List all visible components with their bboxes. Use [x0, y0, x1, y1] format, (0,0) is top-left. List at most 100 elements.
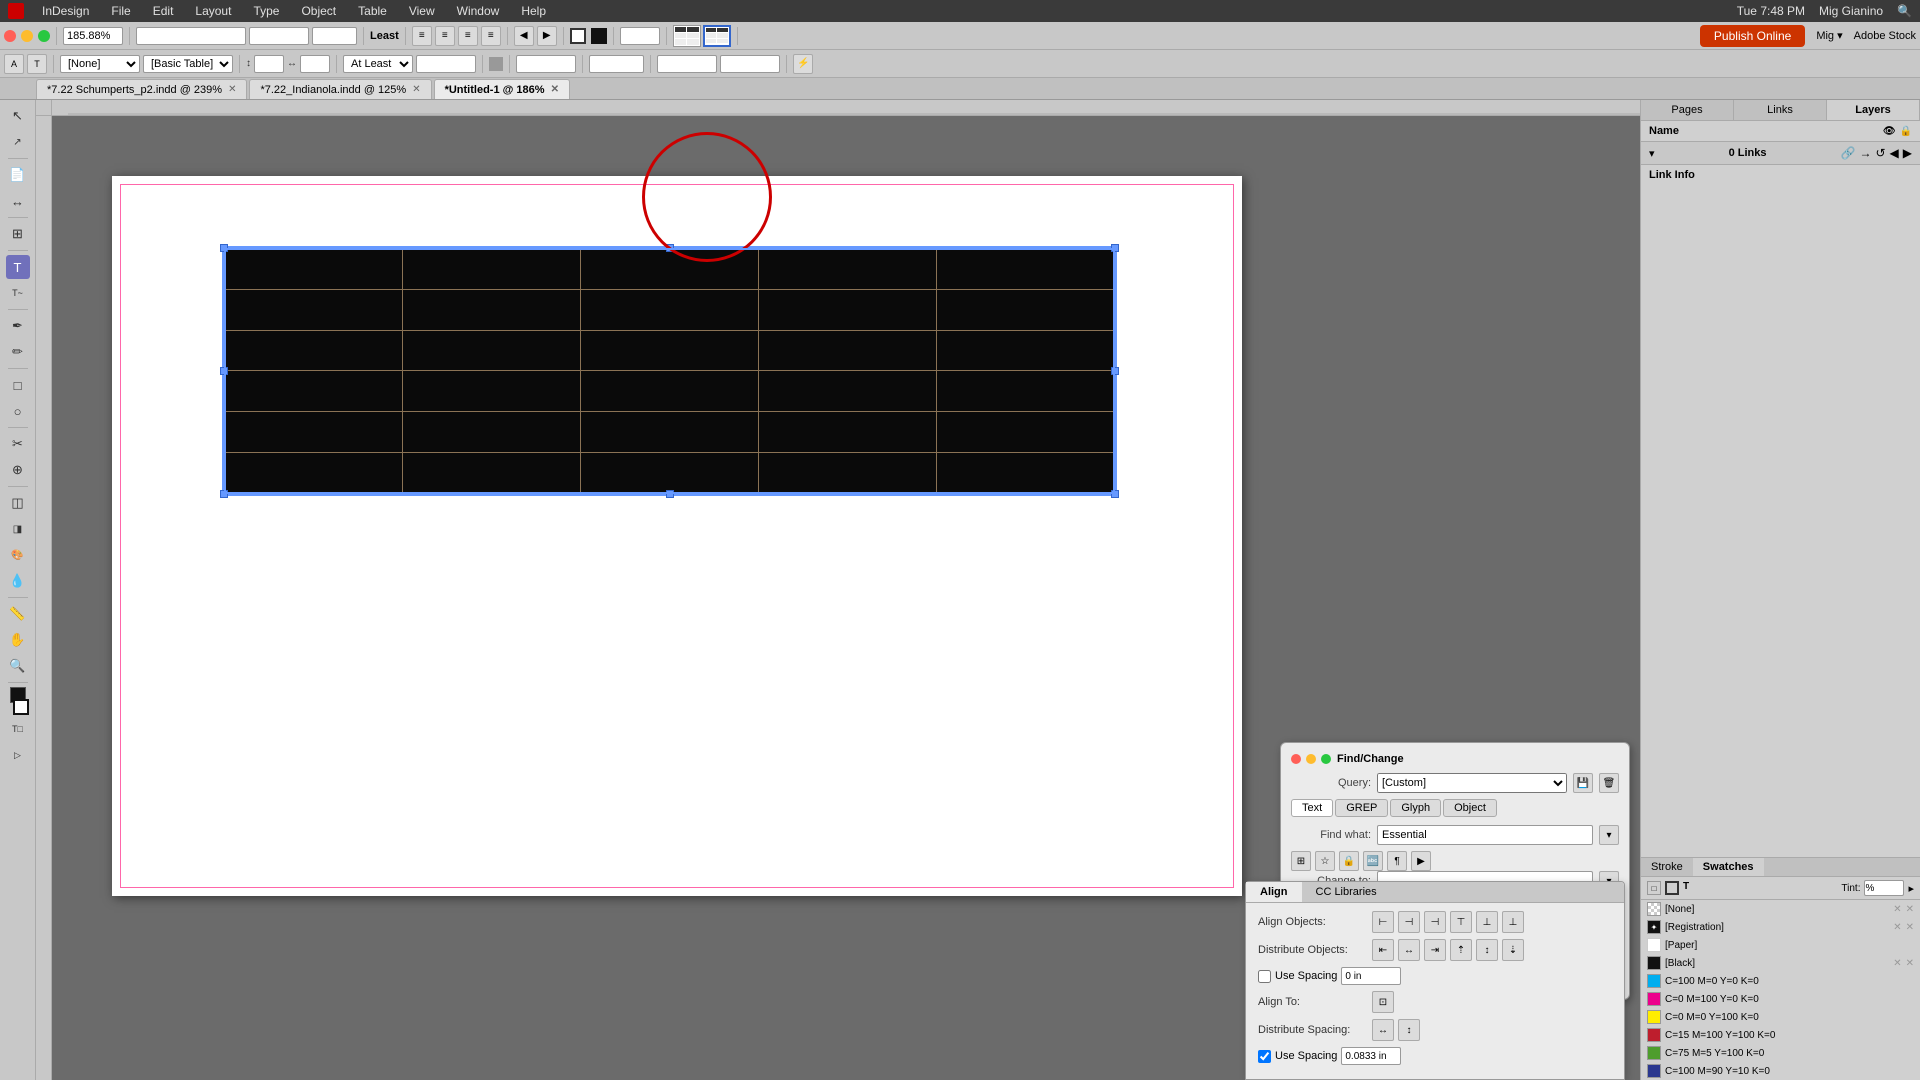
chain-link-icon[interactable]: [489, 57, 503, 71]
swatch-paper[interactable]: [Paper]: [1641, 936, 1920, 954]
menu-object[interactable]: Object: [297, 4, 340, 18]
selection-tool[interactable]: ↖: [6, 104, 30, 128]
align-right-btn[interactable]: ≡: [458, 26, 478, 46]
table-cell[interactable]: [759, 453, 937, 494]
dist-v-spacing-btn[interactable]: ↕: [1398, 1019, 1420, 1041]
links-chevron[interactable]: ▾: [1649, 147, 1655, 160]
menu-table[interactable]: Table: [354, 4, 391, 18]
stroke-tab[interactable]: Stroke: [1641, 858, 1693, 876]
handle-br[interactable]: [1111, 490, 1119, 498]
table-cell[interactable]: [759, 330, 937, 371]
table-style-select[interactable]: [None]: [60, 55, 140, 73]
handle-ml[interactable]: [220, 367, 228, 375]
fp-tab-grep[interactable]: GREP: [1335, 799, 1388, 817]
dist-left-btn[interactable]: ⇤: [1372, 939, 1394, 961]
dist-h-spacing-btn[interactable]: ↔: [1372, 1019, 1394, 1041]
ellipse-tool[interactable]: ○: [6, 399, 30, 423]
close-tab-2[interactable]: ✕: [551, 84, 559, 95]
hand-tool[interactable]: ✋: [6, 628, 30, 652]
swatch-green[interactable]: C=75 M=5 Y=100 K=0: [1641, 1044, 1920, 1062]
gap-tool[interactable]: ↔: [6, 189, 30, 213]
fp-close[interactable]: [1291, 754, 1301, 764]
free-transform-tool[interactable]: ⊕: [6, 458, 30, 482]
adobe-stock[interactable]: Adobe Stock: [1854, 30, 1916, 42]
direct-select-tool[interactable]: ↗: [6, 130, 30, 154]
gradient-feather-tool[interactable]: ◨: [6, 517, 30, 541]
close-tab-0[interactable]: ✕: [228, 84, 236, 95]
menu-indesign[interactable]: InDesign: [38, 4, 93, 18]
handle-tr[interactable]: [1111, 244, 1119, 252]
fp-query-select[interactable]: [Custom]: [1377, 773, 1567, 793]
measure-tool[interactable]: 📏: [6, 602, 30, 626]
fp-maximize[interactable]: [1321, 754, 1331, 764]
cols-input[interactable]: 5: [300, 55, 330, 73]
align-right-edges-btn[interactable]: ⊣: [1424, 911, 1446, 933]
align-top-edges-btn[interactable]: ⊤: [1450, 911, 1472, 933]
table-cell[interactable]: [403, 371, 581, 412]
stroke-color-box[interactable]: [570, 28, 586, 44]
dist-use-spacing-check[interactable]: [1258, 1050, 1271, 1063]
fill-color-box[interactable]: [591, 28, 607, 44]
swatch-blue[interactable]: C=100 M=90 Y=10 K=0: [1641, 1062, 1920, 1080]
swatch-menu-icon[interactable]: ▸: [1908, 882, 1914, 895]
table-container[interactable]: [222, 246, 1117, 496]
table-cell[interactable]: [225, 249, 403, 290]
menu-file[interactable]: File: [107, 4, 134, 18]
fp-icon5[interactable]: ¶: [1387, 851, 1407, 871]
dist-hcenter-btn[interactable]: ↔: [1398, 939, 1420, 961]
fp-delete-query[interactable]: 🗑: [1599, 773, 1619, 793]
search-icon[interactable]: 🔍: [1897, 4, 1912, 18]
swatch-cyan[interactable]: C=100 M=0 Y=0 K=0: [1641, 972, 1920, 990]
tab-pages[interactable]: Pages: [1641, 100, 1734, 120]
fp-tab-text[interactable]: Text: [1291, 799, 1333, 817]
swatch-none-x[interactable]: ✕: [1893, 904, 1901, 915]
align-v-centers-btn[interactable]: ⊥: [1476, 911, 1498, 933]
fp-find-what-input[interactable]: [1377, 825, 1593, 845]
tint-input[interactable]: [1864, 880, 1904, 896]
ap-tab-cc[interactable]: CC Libraries: [1302, 882, 1391, 902]
tb2-btn2[interactable]: T: [27, 54, 47, 74]
link-info-expand[interactable]: ◀: [1890, 146, 1899, 160]
table-cell[interactable]: [937, 249, 1115, 290]
spacing-input[interactable]: 0 in: [1341, 967, 1401, 985]
ap-tab-align[interactable]: Align: [1246, 882, 1302, 902]
type-tool[interactable]: T: [6, 255, 30, 279]
table-cell[interactable]: [225, 412, 403, 453]
align-left-btn[interactable]: ≡: [412, 26, 432, 46]
text-swatch-icon[interactable]: T: [1683, 881, 1697, 895]
content-collector-tool[interactable]: ⊞: [6, 222, 30, 246]
fill-swatch-icon[interactable]: □: [1647, 881, 1661, 895]
fp-tab-object[interactable]: Object: [1443, 799, 1497, 817]
table-cell[interactable]: [403, 412, 581, 453]
tb2-thunder-btn[interactable]: ⚡: [793, 54, 813, 74]
stroke-control[interactable]: [13, 699, 29, 715]
fp-minimize[interactable]: [1306, 754, 1316, 764]
dist-vcenter-btn[interactable]: ↕: [1476, 939, 1498, 961]
dist-right-btn[interactable]: ⇥: [1424, 939, 1446, 961]
fp-icon1[interactable]: ⊞: [1291, 851, 1311, 871]
menu-help[interactable]: Help: [517, 4, 550, 18]
user-display[interactable]: Mig Gianino: [1819, 4, 1883, 18]
table-cell[interactable]: [403, 289, 581, 330]
extra3-input[interactable]: 0.0556 in: [657, 55, 717, 73]
relink-icon[interactable]: 🔗: [1841, 146, 1856, 160]
menu-edit[interactable]: Edit: [149, 4, 178, 18]
inner-table[interactable]: [224, 248, 1115, 494]
swatches-tab[interactable]: Swatches: [1693, 858, 1764, 876]
swatch-black-x2[interactable]: ✕: [1906, 958, 1914, 969]
table-cell[interactable]: [581, 453, 759, 494]
table-cell[interactable]: [403, 330, 581, 371]
table-cell[interactable]: [403, 453, 581, 494]
tab-untitled[interactable]: *Untitled-1 @ 186% ✕: [434, 79, 570, 99]
maximize-button[interactable]: [38, 30, 50, 42]
publish-online-btn[interactable]: Publish Online: [1700, 25, 1805, 47]
swatch-red[interactable]: C=15 M=100 Y=100 K=0: [1641, 1026, 1920, 1044]
type-on-path-tool[interactable]: T~: [6, 281, 30, 305]
handle-tm[interactable]: [666, 244, 674, 252]
table-cell[interactable]: [581, 330, 759, 371]
zoom-input[interactable]: [63, 27, 123, 45]
font-style-input[interactable]: Regular: [249, 27, 309, 45]
table-cell[interactable]: [759, 289, 937, 330]
page-tool[interactable]: 📄: [6, 163, 30, 187]
table-cell[interactable]: [759, 371, 937, 412]
